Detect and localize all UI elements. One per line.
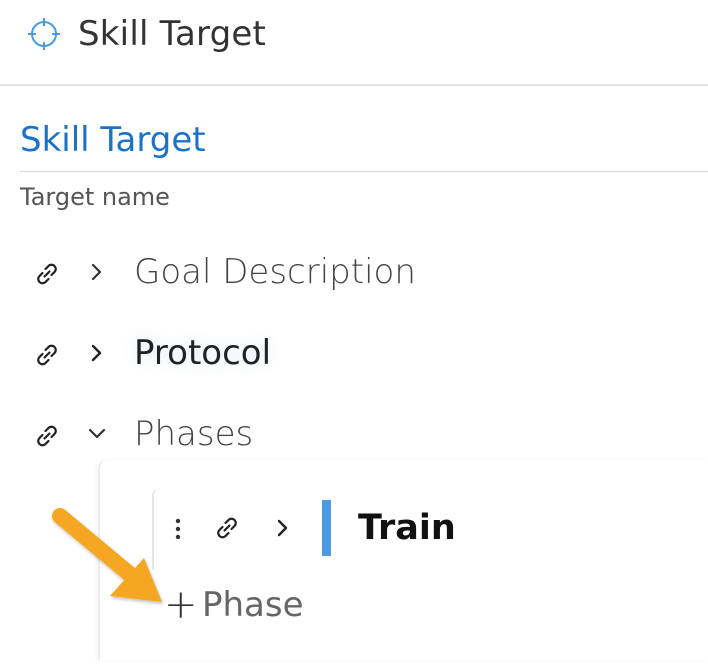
- add-phase-button[interactable]: + Phase: [160, 580, 380, 630]
- link-icon[interactable]: [32, 340, 62, 370]
- page-title: Skill Target: [78, 14, 267, 54]
- crosshair-icon: [26, 16, 62, 52]
- chevron-right-icon[interactable]: [272, 517, 294, 539]
- chevron-down-icon[interactable]: [86, 423, 108, 445]
- protocol-row[interactable]: Protocol: [0, 324, 708, 384]
- chevron-right-icon[interactable]: [86, 261, 108, 283]
- add-phase-label: Phase: [202, 585, 304, 625]
- phase-color-bar: [322, 500, 331, 556]
- section-divider: [20, 171, 708, 172]
- protocol-label: Protocol: [134, 333, 272, 373]
- phases-label: Phases: [134, 414, 254, 454]
- page-header: Skill Target: [0, 0, 708, 86]
- phases-row[interactable]: Phases: [0, 405, 708, 465]
- annotation-arrow-icon: [44, 500, 174, 610]
- goal-description-label: Goal Description: [134, 252, 416, 292]
- link-icon[interactable]: [32, 259, 62, 289]
- goal-description-row[interactable]: Goal Description: [0, 243, 708, 303]
- section-title[interactable]: Skill Target: [20, 118, 206, 162]
- phase-name: Train: [358, 508, 456, 548]
- link-icon[interactable]: [212, 513, 242, 543]
- link-icon[interactable]: [32, 421, 62, 451]
- target-name-label: Target name: [20, 183, 170, 211]
- chevron-right-icon[interactable]: [86, 342, 108, 364]
